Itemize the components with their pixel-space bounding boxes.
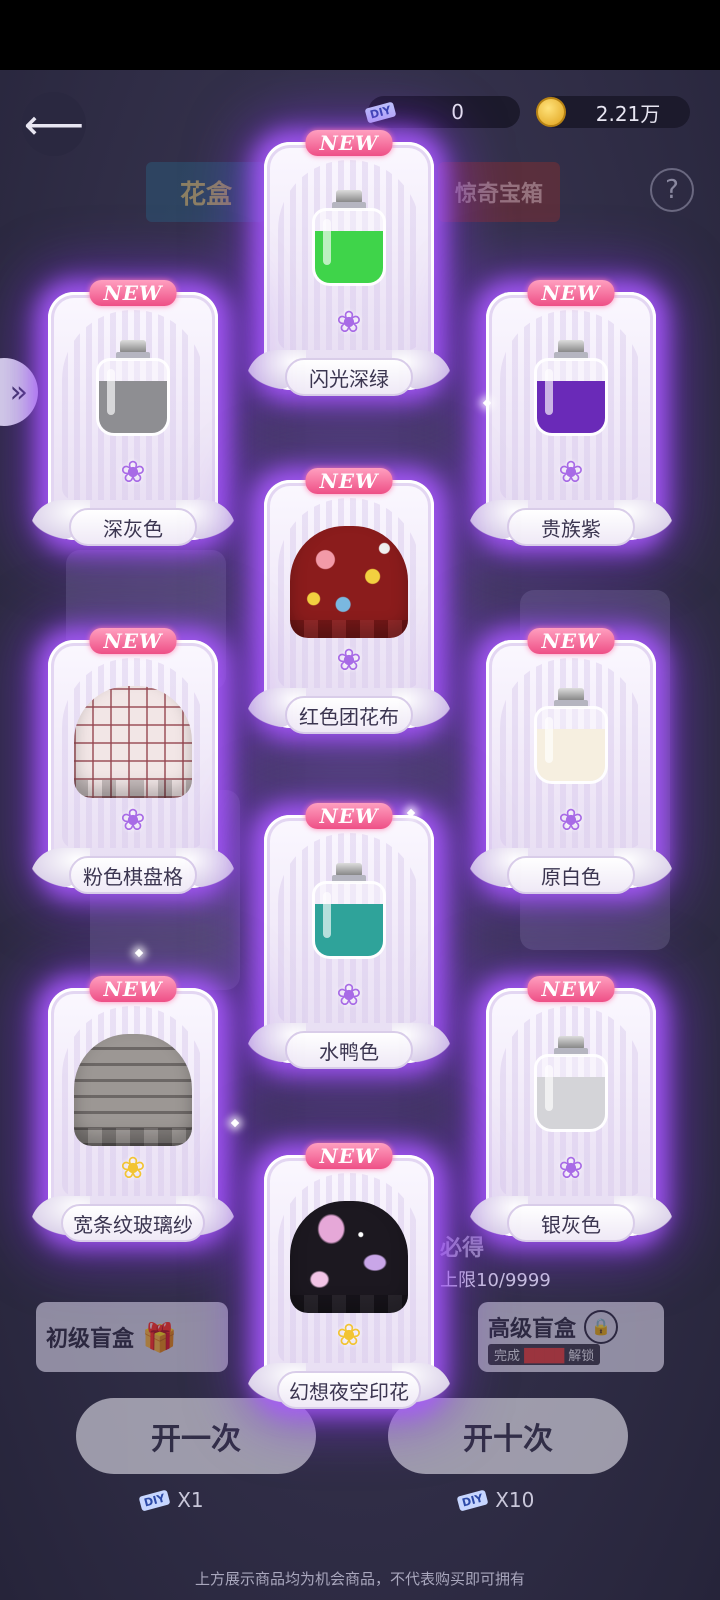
cost-ten: DIY X10 bbox=[456, 1488, 535, 1512]
reward-name: 红色团花布 bbox=[285, 696, 413, 734]
reward-card[interactable]: NEW ❀ 深灰色 bbox=[30, 280, 236, 546]
reward-name: 深灰色 bbox=[69, 508, 197, 546]
disclaimer-text: 上方展示商品均为机会商品，不代表购买即可拥有 bbox=[194, 1570, 525, 1588]
lock-icon: 🔒 bbox=[584, 1309, 619, 1344]
fabric-swatch-icon bbox=[290, 526, 408, 638]
reward-name: 宽条纹玻璃纱 bbox=[61, 1204, 205, 1242]
gold-flower-icon: ❀ bbox=[120, 1151, 146, 1186]
dye-bottle-icon bbox=[96, 340, 170, 436]
purple-flower-icon: ❀ bbox=[558, 803, 584, 838]
unlock-requirement: ████ bbox=[524, 1348, 565, 1364]
purple-flower-icon: ❀ bbox=[120, 455, 146, 490]
limit-text: 上限10/9999 bbox=[440, 1270, 551, 1291]
diy-icon: DIY bbox=[364, 100, 397, 124]
reward-name: 银灰色 bbox=[507, 1204, 635, 1242]
sparkle-effect bbox=[230, 1118, 240, 1128]
basic-box-button[interactable]: 初级盲盒 🎁 bbox=[36, 1302, 228, 1372]
purple-flower-icon: ❀ bbox=[558, 455, 584, 490]
new-badge: NEW bbox=[305, 130, 393, 156]
reward-card[interactable]: NEW ❀ 原白色 bbox=[468, 628, 674, 894]
new-badge: NEW bbox=[305, 468, 393, 494]
new-badge: NEW bbox=[527, 628, 615, 654]
double-chevron-right-icon: » bbox=[9, 374, 28, 410]
basic-box-label: 初级盲盒 bbox=[46, 1326, 135, 1352]
new-badge: NEW bbox=[527, 976, 615, 1002]
reward-card[interactable]: NEW ❀ 粉色棋盘格 bbox=[30, 628, 236, 894]
advanced-box-button[interactable]: 高级盲盒 🔒 完成 ████ 解锁 bbox=[478, 1302, 664, 1372]
diy-amount: 0 bbox=[451, 100, 464, 124]
tab-flower-box[interactable]: 花盒 bbox=[146, 162, 266, 222]
arrow-left-icon: ⟵ bbox=[23, 99, 85, 149]
purple-flower-icon: ❀ bbox=[336, 305, 362, 340]
help-icon: ? bbox=[665, 175, 679, 205]
new-badge: NEW bbox=[89, 976, 177, 1002]
reward-name: 贵族紫 bbox=[507, 508, 635, 546]
coin-icon bbox=[536, 97, 566, 127]
new-badge: NEW bbox=[89, 280, 177, 306]
reward-card[interactable]: NEW ❀ 银灰色 bbox=[468, 976, 674, 1242]
new-badge: NEW bbox=[89, 628, 177, 654]
reward-name: 粉色棋盘格 bbox=[69, 856, 197, 894]
new-badge: NEW bbox=[305, 1143, 393, 1169]
game-screen: ⟵ DIY 0 2.21万 花盒 惊奇宝箱 ? » 必得 上限10/9999 初… bbox=[0, 70, 720, 1600]
new-badge: NEW bbox=[305, 803, 393, 829]
cost-once-value: X1 bbox=[177, 1488, 204, 1512]
diy-currency: DIY 0 bbox=[364, 96, 520, 128]
reward-name: 水鸭色 bbox=[285, 1031, 413, 1069]
diy-icon: DIY bbox=[138, 1488, 171, 1512]
cost-once: DIY X1 bbox=[138, 1488, 204, 1512]
open-ten-button[interactable]: 开十次 bbox=[388, 1398, 628, 1474]
new-badge: NEW bbox=[527, 280, 615, 306]
unlock-suffix: 解锁 bbox=[568, 1348, 595, 1364]
fabric-swatch-icon bbox=[74, 686, 192, 798]
help-button[interactable]: ? bbox=[650, 168, 694, 212]
diy-icon: DIY bbox=[456, 1488, 489, 1512]
reward-name: 原白色 bbox=[507, 856, 635, 894]
side-expand-button[interactable]: » bbox=[0, 358, 38, 426]
cost-ten-value: X10 bbox=[495, 1488, 535, 1512]
gold-flower-icon: ❀ bbox=[336, 1318, 362, 1353]
tab-surprise-chest[interactable]: 惊奇宝箱 bbox=[438, 162, 560, 222]
purple-flower-icon: ❀ bbox=[336, 643, 362, 678]
dye-bottle-icon bbox=[312, 190, 386, 286]
open-once-button[interactable]: 开一次 bbox=[76, 1398, 316, 1474]
purple-flower-icon: ❀ bbox=[558, 1151, 584, 1186]
reward-card[interactable]: NEW ❀ 贵族紫 bbox=[468, 280, 674, 546]
reward-card[interactable]: NEW ❀ 红色团花布 bbox=[246, 468, 452, 734]
back-button[interactable]: ⟵ bbox=[22, 92, 86, 156]
dye-bottle-icon bbox=[312, 863, 386, 959]
reward-name: 闪光深绿 bbox=[285, 358, 413, 396]
dye-bottle-icon bbox=[534, 1036, 608, 1132]
reward-card[interactable]: NEW ❀ 宽条纹玻璃纱 bbox=[30, 976, 236, 1242]
dye-bottle-icon bbox=[534, 688, 608, 784]
coin-amount: 2.21万 bbox=[595, 101, 661, 126]
chest-icon: 🎁 bbox=[142, 1320, 177, 1354]
purple-flower-icon: ❀ bbox=[336, 978, 362, 1013]
advanced-box-label: 高级盲盒 bbox=[488, 1315, 577, 1342]
unlock-prefix: 完成 bbox=[494, 1348, 521, 1364]
fabric-swatch-icon bbox=[290, 1201, 408, 1313]
fabric-swatch-icon bbox=[74, 1034, 192, 1146]
dye-bottle-icon bbox=[534, 340, 608, 436]
purple-flower-icon: ❀ bbox=[120, 803, 146, 838]
reward-name: 幻想夜空印花 bbox=[277, 1371, 421, 1409]
reward-card[interactable]: NEW ❀ 水鸭色 bbox=[246, 803, 452, 1069]
coin-currency: 2.21万 bbox=[536, 96, 690, 128]
reward-card[interactable]: NEW ❀ 闪光深绿 bbox=[246, 130, 452, 396]
reward-card[interactable]: NEW ❀ 幻想夜空印花 bbox=[246, 1143, 452, 1409]
